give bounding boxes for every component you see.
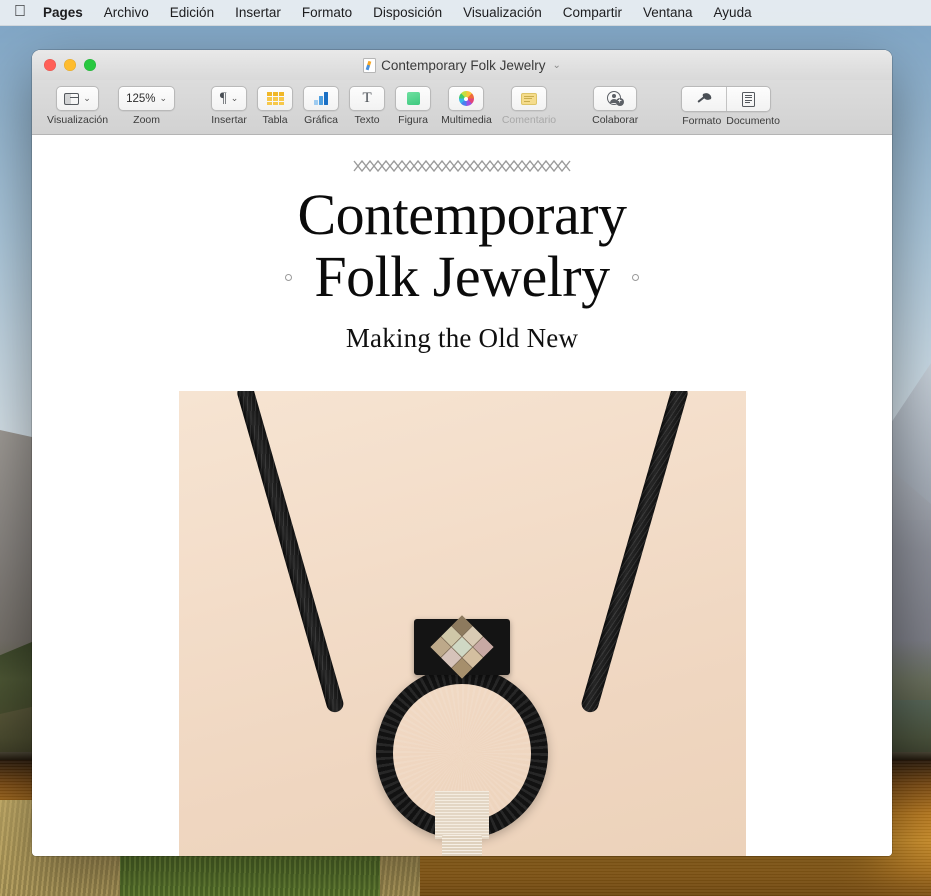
toolbar-chart-button[interactable]: Gráfica	[303, 86, 340, 126]
necklace-pendant	[414, 615, 510, 679]
pages-window: Contemporary Folk Jewelry ⌄ ⌄ Visualizac…	[32, 50, 892, 856]
maximize-button[interactable]	[84, 59, 96, 71]
toolbar-collaborate-label: Colaborar	[592, 114, 639, 126]
text-selection-handle-right[interactable]	[631, 273, 639, 281]
toolbar-shape-button[interactable]: Figura	[395, 86, 432, 126]
toolbar-zoom-label: Zoom	[133, 114, 160, 126]
menu-item-visualizacion[interactable]: Visualización	[463, 5, 542, 20]
document-page: Contemporary Folk Jewelry Making the Old…	[32, 135, 892, 856]
menu-item-pages[interactable]: Pages	[43, 5, 83, 20]
diamond-chain-divider	[353, 159, 571, 173]
menu-item-archivo[interactable]: Archivo	[104, 5, 149, 20]
toolbar-inspector-group: Formato Documento	[677, 86, 780, 127]
toolbar-media-button[interactable]: Multimedia	[441, 86, 492, 126]
inspector-segmented-control	[681, 86, 772, 112]
toolbar-media-label: Multimedia	[441, 114, 492, 126]
toolbar-insert-button[interactable]: ¶ ⌄ Insertar	[211, 86, 248, 126]
menu-item-ventana[interactable]: Ventana	[643, 5, 693, 20]
close-button[interactable]	[44, 59, 56, 71]
toolbar-comment-button[interactable]: Comentario	[502, 86, 556, 126]
toolbar-document-label: Documento	[726, 115, 780, 127]
chevron-down-icon[interactable]: ⌄	[552, 60, 560, 71]
document-title-area: Contemporary Folk Jewelry ⌄	[32, 50, 892, 80]
apple-logo-icon[interactable]: 	[14, 3, 26, 20]
toolbar-zoom-button[interactable]: 125% ⌄ Zoom	[118, 86, 176, 126]
text-selection-handle-left[interactable]	[285, 273, 293, 281]
document-lines-icon	[742, 91, 756, 107]
document-subtitle[interactable]: Making the Old New	[346, 323, 578, 354]
document-title-line1[interactable]: Contemporary	[297, 185, 627, 245]
toolbar-collaborate-button[interactable]: + Colaborar	[592, 86, 638, 126]
document-title[interactable]: Contemporary Folk Jewelry	[381, 58, 545, 73]
inspector-labels: Formato Documento	[677, 112, 780, 127]
necklace-cord-left	[234, 391, 345, 715]
toolbar-view-button[interactable]: ⌄ Visualización	[47, 86, 108, 126]
toolbar-insert-label: Insertar	[211, 114, 247, 126]
comment-note-icon	[520, 92, 537, 105]
necklace-cord-right	[579, 391, 690, 715]
window-controls	[32, 59, 96, 71]
pages-document-icon	[363, 57, 377, 73]
toolbar-chart-label: Gráfica	[304, 114, 338, 126]
document-canvas[interactable]: Contemporary Folk Jewelry Making the Old…	[32, 135, 892, 856]
menu-item-disposicion[interactable]: Disposición	[373, 5, 442, 20]
toolbar-document-button[interactable]	[726, 87, 770, 111]
toolbar-shape-label: Figura	[398, 114, 428, 126]
chevron-down-icon: ⌄	[83, 93, 91, 103]
bar-chart-icon	[314, 92, 328, 105]
toolbar-comment-label: Comentario	[501, 114, 557, 126]
toolbar-table-button[interactable]: Tabla	[257, 86, 294, 126]
fiber-wrap-upper	[435, 791, 489, 839]
paragraph-pilcrow-icon: ¶	[219, 90, 227, 106]
menu-bar:  Pages Archivo Edición Insertar Formato…	[0, 0, 931, 26]
menu-item-ayuda[interactable]: Ayuda	[714, 5, 752, 20]
paintbrush-icon	[696, 91, 712, 107]
menu-item-compartir[interactable]: Compartir	[563, 5, 622, 20]
toolbar-text-label: Texto	[354, 114, 380, 126]
toolbar-view-label: Visualización	[47, 114, 109, 126]
minimize-button[interactable]	[64, 59, 76, 71]
menu-item-insertar[interactable]: Insertar	[235, 5, 281, 20]
text-box-icon: T	[362, 90, 372, 106]
photos-pinwheel-icon	[458, 91, 474, 106]
document-title-line2-row: Folk Jewelry	[285, 247, 639, 307]
main-toolbar: ⌄ Visualización 125% ⌄ Zoom ¶ ⌄ Insertar	[32, 80, 892, 135]
add-person-icon: +	[606, 91, 624, 106]
toolbar-table-label: Tabla	[262, 114, 288, 126]
quilt-diamond-pattern	[430, 615, 494, 679]
necklace-photo[interactable]	[178, 391, 746, 856]
document-title-line2[interactable]: Folk Jewelry	[314, 247, 610, 307]
zoom-level-value: 125%	[126, 92, 156, 105]
window-title-bar[interactable]: Contemporary Folk Jewelry ⌄	[32, 50, 892, 80]
chevron-down-icon: ⌄	[230, 93, 239, 103]
shape-square-icon	[406, 92, 420, 105]
menu-item-edicion[interactable]: Edición	[170, 5, 214, 20]
toolbar-format-button[interactable]	[682, 87, 726, 111]
toolbar-format-label: Formato	[682, 115, 722, 127]
menu-item-formato[interactable]: Formato	[302, 5, 352, 20]
table-icon	[266, 92, 284, 105]
toolbar-text-button[interactable]: T Texto	[349, 86, 386, 126]
fiber-wrap-lower	[442, 835, 482, 856]
chevron-down-icon: ⌄	[159, 93, 168, 103]
view-layout-icon	[64, 92, 80, 105]
